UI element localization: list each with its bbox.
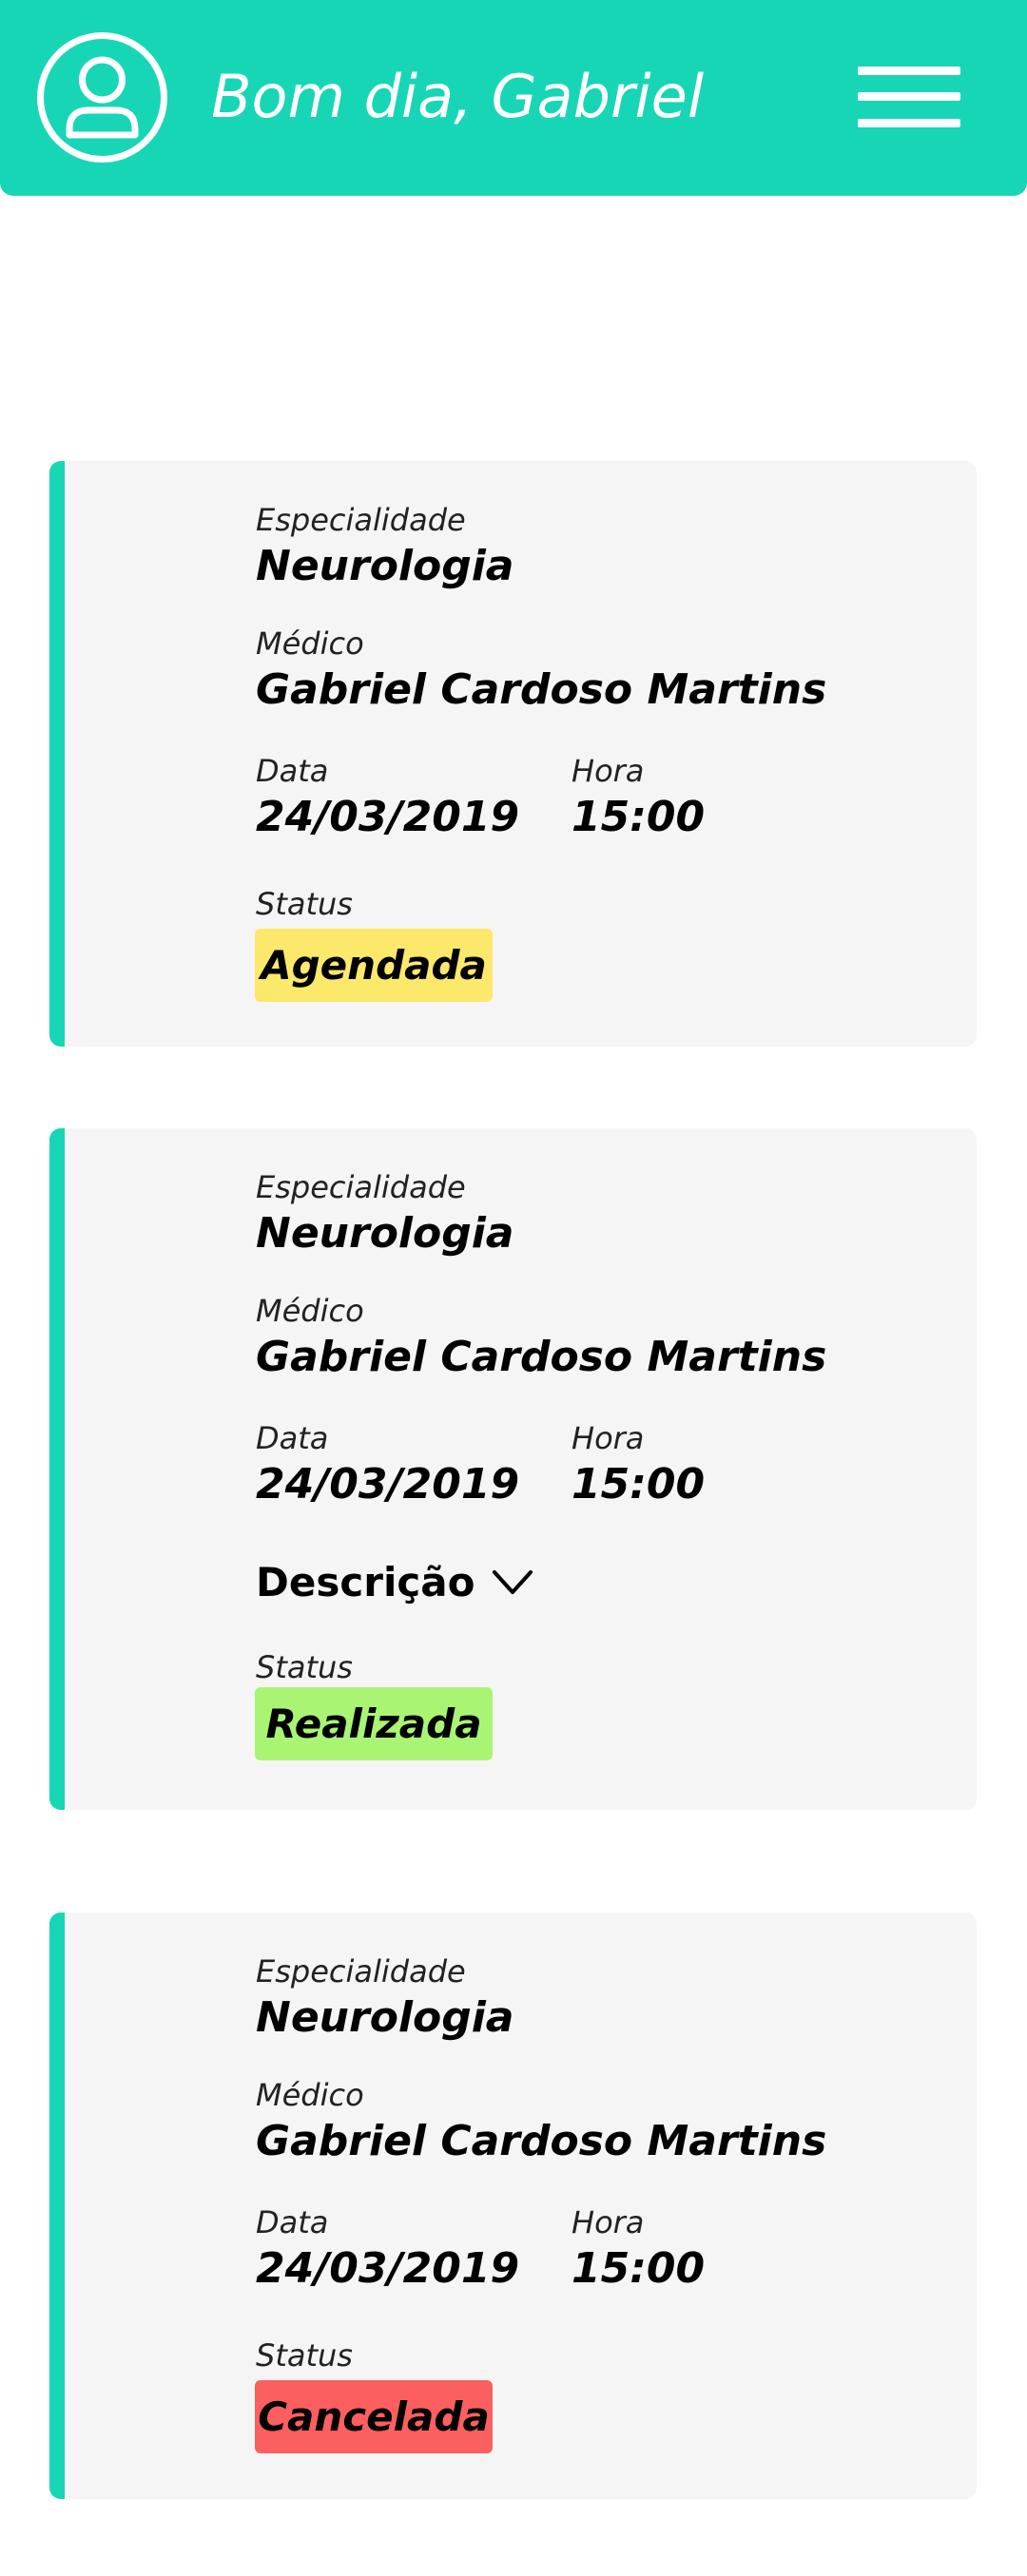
time-label: Hora xyxy=(572,753,645,789)
date-label: Data xyxy=(256,1420,329,1456)
time-value: 15:00 xyxy=(572,793,706,841)
date-value: 24/03/2019 xyxy=(256,2244,520,2293)
date-label: Data xyxy=(256,2204,329,2240)
status-badge: Realizada xyxy=(255,1687,493,1760)
card-accent-bar xyxy=(49,1128,65,1810)
chevron-down-icon xyxy=(493,1570,533,1594)
doctor-label: Médico xyxy=(256,2077,364,2113)
specialty-value: Neurologia xyxy=(256,542,514,590)
description-toggle[interactable]: Descrição xyxy=(256,1558,533,1607)
status-label: Status xyxy=(256,886,353,922)
doctor-label: Médico xyxy=(256,1293,364,1329)
greeting-title: Bom dia, Gabriel xyxy=(211,62,705,131)
app-header: Bom dia, Gabriel xyxy=(0,0,1027,196)
time-value: 15:00 xyxy=(572,1460,706,1509)
date-label: Data xyxy=(256,753,329,789)
specialty-value: Neurologia xyxy=(256,1209,514,1258)
card-accent-bar xyxy=(49,1913,65,2499)
doctor-label: Médico xyxy=(256,625,364,662)
specialty-label: Especialidade xyxy=(256,502,466,538)
card-accent-bar xyxy=(49,461,65,1047)
date-value: 24/03/2019 xyxy=(256,1460,520,1509)
time-value: 15:00 xyxy=(572,2244,706,2293)
doctor-value: Gabriel Cardoso Martins xyxy=(256,2117,827,2165)
description-label: Descrição xyxy=(256,1559,475,1605)
doctor-value: Gabriel Cardoso Martins xyxy=(256,665,827,714)
status-label: Status xyxy=(256,1649,353,1685)
time-label: Hora xyxy=(572,2204,645,2240)
status-badge: Agendada xyxy=(255,929,493,1002)
appointment-card[interactable]: Especialidade Neurologia Médico Gabriel … xyxy=(49,461,977,1047)
doctor-value: Gabriel Cardoso Martins xyxy=(256,1333,827,1381)
user-circle-icon[interactable] xyxy=(35,30,169,164)
status-label: Status xyxy=(256,2337,353,2374)
specialty-label: Especialidade xyxy=(256,1169,466,1205)
appointment-card[interactable]: Especialidade Neurologia Médico Gabriel … xyxy=(49,1128,977,1810)
status-badge: Cancelada xyxy=(255,2380,493,2453)
date-value: 24/03/2019 xyxy=(256,793,520,841)
appointment-card[interactable]: Especialidade Neurologia Médico Gabriel … xyxy=(49,1913,977,2499)
time-label: Hora xyxy=(572,1420,645,1456)
specialty-value: Neurologia xyxy=(256,1993,514,2042)
specialty-label: Especialidade xyxy=(256,1953,466,1990)
hamburger-menu-icon[interactable] xyxy=(858,67,960,127)
